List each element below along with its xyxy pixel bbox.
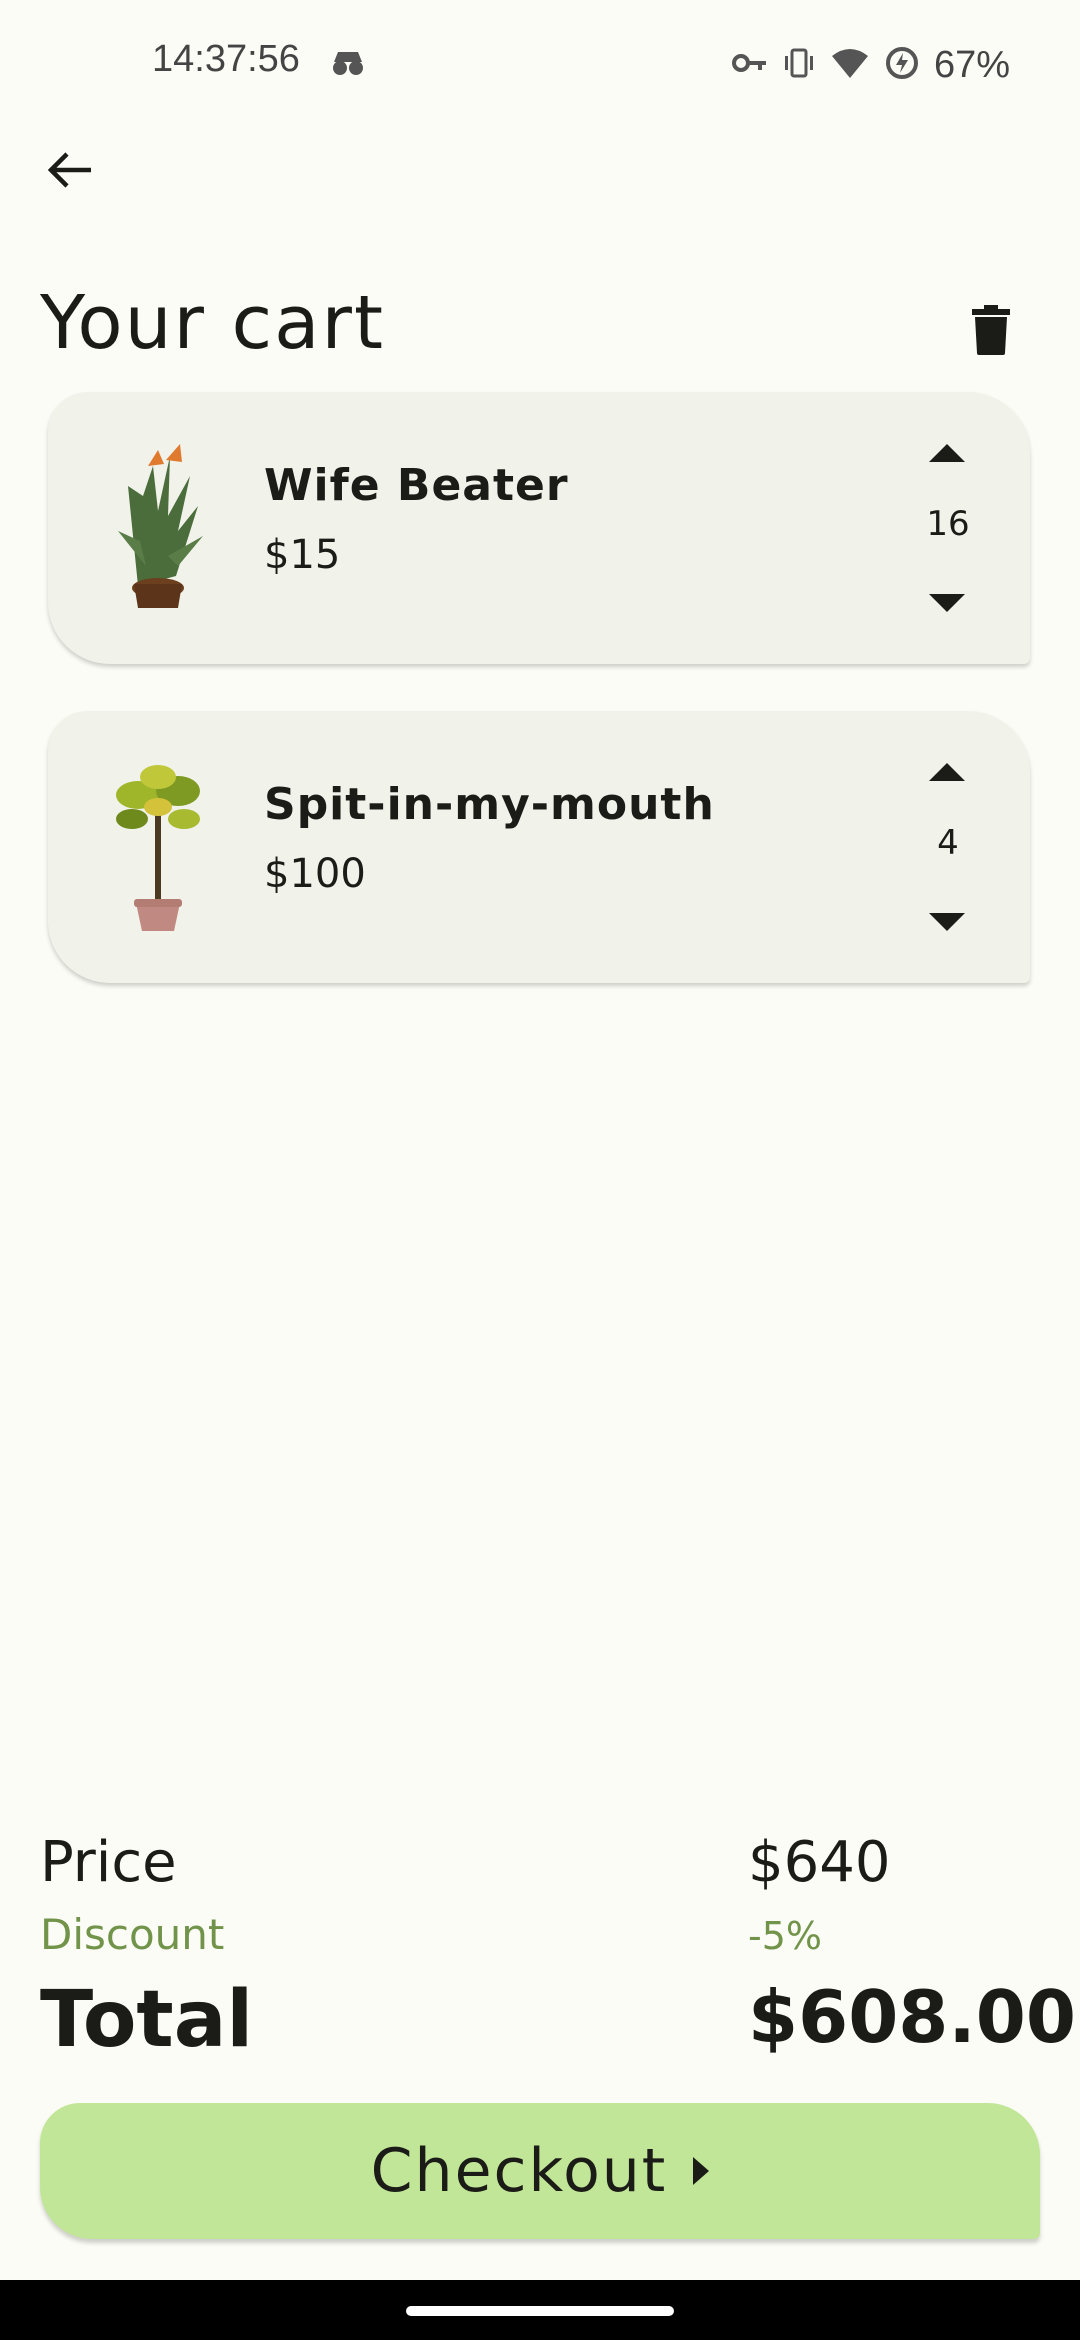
status-time: 14:37:56	[152, 38, 300, 80]
triangle-up-icon	[929, 444, 965, 462]
discount-label: Discount	[40, 1910, 225, 1959]
item-name: Spit-in-my-mouth	[264, 779, 715, 830]
quantity-value: 16	[926, 504, 970, 544]
back-button[interactable]	[40, 140, 100, 200]
item-price: $15	[264, 532, 341, 578]
cart-item: Spit-in-my-mouth $100 4	[48, 711, 1030, 983]
navigation-bar	[0, 2280, 1080, 2340]
key-icon	[731, 51, 768, 79]
discount-value: -5%	[748, 1914, 822, 1958]
plant-image	[98, 755, 218, 935]
home-handle[interactable]	[406, 2306, 674, 2316]
quantity-increase-button[interactable]	[922, 751, 972, 791]
battery-saver-icon	[884, 45, 920, 85]
status-bar: 14:37:56 67%	[0, 0, 1080, 130]
triangle-down-icon	[929, 913, 965, 931]
plant-image	[98, 436, 218, 616]
clear-cart-button[interactable]	[966, 300, 1016, 360]
price-value: $640	[748, 1830, 891, 1895]
item-name: Wife Beater	[264, 460, 569, 511]
back-arrow-icon	[47, 152, 91, 188]
triangle-up-icon	[929, 763, 965, 781]
quantity-decrease-button[interactable]	[922, 584, 972, 624]
total-value: $608.00	[748, 1975, 1076, 2059]
checkout-label: Checkout	[370, 2136, 668, 2206]
battery-percentage: 67%	[933, 43, 1010, 86]
trash-icon	[972, 305, 1010, 355]
wifi-icon	[830, 46, 870, 84]
play-arrow-icon	[693, 2157, 710, 2185]
checkout-button[interactable]: Checkout	[40, 2103, 1040, 2239]
quantity-increase-button[interactable]	[922, 432, 972, 472]
item-price: $100	[264, 851, 366, 897]
status-icons: 67%	[731, 40, 1010, 90]
quantity-value: 4	[937, 823, 959, 863]
quantity-decrease-button[interactable]	[922, 903, 972, 943]
total-label: Total	[40, 1975, 254, 2065]
triangle-down-icon	[929, 594, 965, 612]
price-label: Price	[40, 1830, 177, 1895]
vibrate-icon	[782, 46, 816, 84]
cart-item: Wife Beater $15 16	[48, 392, 1030, 664]
incognito-icon	[328, 48, 368, 82]
page-title: Your cart	[40, 280, 385, 366]
